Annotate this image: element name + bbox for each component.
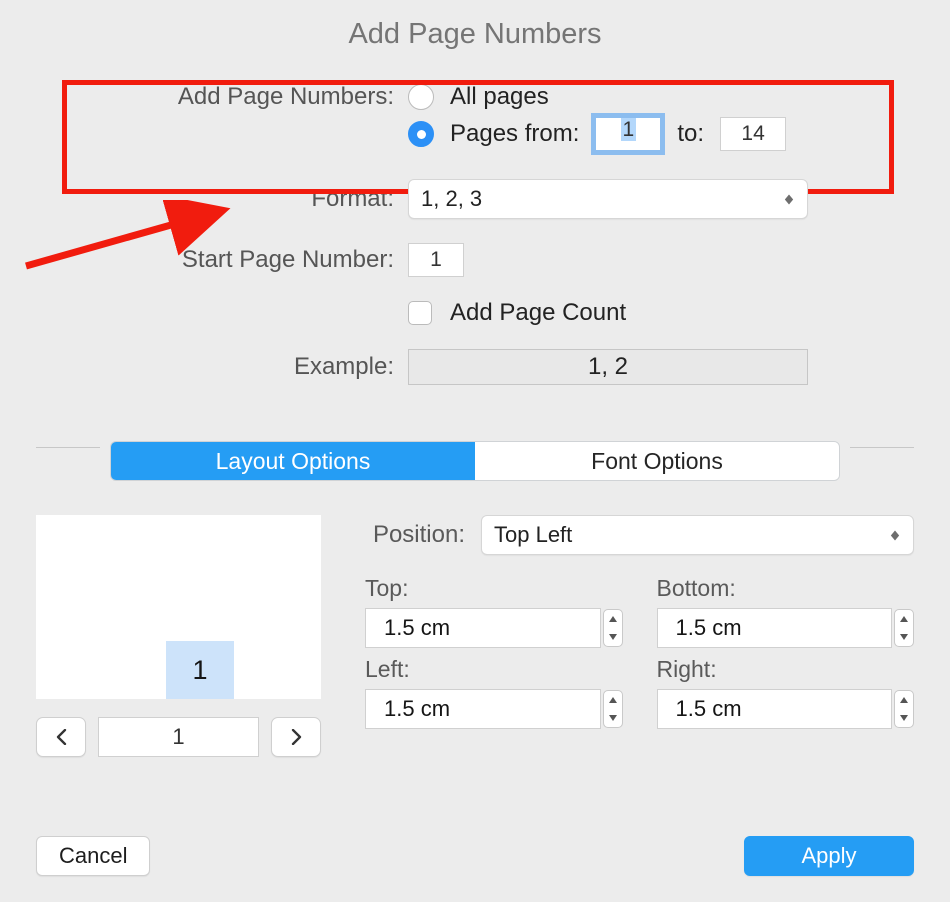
stepper-up-icon [895,691,913,709]
pages-from-label[interactable]: Pages from: [450,120,579,148]
bottom-margin-stepper[interactable] [894,609,914,647]
chevron-left-icon [56,729,67,745]
example-label: Example: [0,353,408,381]
all-pages-radio[interactable] [408,84,434,110]
right-margin-input[interactable]: 1.5 cm [657,689,893,729]
add-page-numbers-label: Add Page Numbers: [0,83,408,111]
preview-number: 1 [166,641,234,699]
bottom-margin-input[interactable]: 1.5 cm [657,608,893,648]
stepper-down-icon [895,628,913,646]
example-output: 1, 2 [408,349,808,385]
to-label: to: [677,120,704,148]
left-margin-stepper[interactable] [603,690,623,728]
add-page-count-checkbox[interactable] [408,301,432,325]
top-margin-input[interactable]: 1.5 cm [365,608,601,648]
bottom-margin-label: Bottom: [657,575,915,602]
all-pages-label[interactable]: All pages [450,83,549,111]
tab-layout-options[interactable]: Layout Options [111,442,475,480]
left-margin-input[interactable]: 1.5 cm [365,689,601,729]
position-select[interactable]: Top Left [481,515,914,555]
top-margin-stepper[interactable] [603,609,623,647]
page-number-input[interactable]: 1 [98,717,259,757]
dialog-title: Add Page Numbers [0,0,950,61]
format-select[interactable]: 1, 2, 3 [408,179,808,219]
apply-button[interactable]: Apply [744,836,914,876]
start-page-input[interactable]: 1 [408,243,464,277]
right-margin-label: Right: [657,656,915,683]
stepper-down-icon [604,709,622,727]
position-label: Position: [365,521,465,549]
stepper-down-icon [895,709,913,727]
page-preview: 1 [36,515,321,699]
chevron-updown-icon [782,193,795,206]
right-margin-stepper[interactable] [894,690,914,728]
cancel-button[interactable]: Cancel [36,836,150,876]
pages-from-input[interactable]: 1 [595,117,661,151]
pages-to-input[interactable]: 14 [720,117,786,151]
top-margin-label: Top: [365,575,623,602]
left-margin-label: Left: [365,656,623,683]
position-value: Top Left [494,522,572,548]
options-tabs: Layout Options Font Options [110,441,840,481]
chevron-right-icon [291,729,302,745]
start-page-label: Start Page Number: [0,246,408,274]
stepper-up-icon [604,691,622,709]
pages-from-radio[interactable] [408,121,434,147]
stepper-up-icon [604,610,622,628]
next-page-button[interactable] [271,717,321,757]
stepper-up-icon [895,610,913,628]
format-label: Format: [0,185,408,213]
add-page-count-label[interactable]: Add Page Count [450,299,626,327]
chevron-updown-icon [888,529,901,542]
tab-font-options[interactable]: Font Options [475,442,839,480]
stepper-down-icon [604,628,622,646]
format-value: 1, 2, 3 [421,186,482,212]
prev-page-button[interactable] [36,717,86,757]
